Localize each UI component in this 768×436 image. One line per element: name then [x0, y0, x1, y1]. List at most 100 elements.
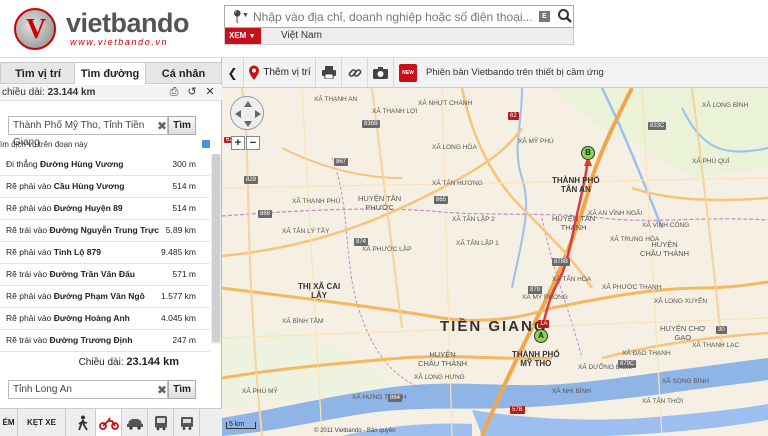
services-icon[interactable]	[202, 140, 210, 148]
route-step[interactable]: Rẽ trái vào Đường Trương Định 247 m	[0, 330, 210, 352]
road-shield: 868	[258, 210, 273, 218]
left-panel: Tìm vị trí Tìm đường Cá nhân chiều dài: …	[0, 58, 222, 436]
zoom-out-button[interactable]: −	[246, 136, 260, 150]
map-canvas[interactable]: HUYỆN TÂN PHƯỚC HUYỆN CHÂU THÀNH HUYỆN TÂN…	[222, 88, 768, 436]
car-icon	[126, 419, 143, 430]
commune-label: XÃ BÌNH TÂM	[282, 318, 324, 325]
clear-destination-icon[interactable]: ✖	[156, 384, 168, 396]
truck-mode[interactable]	[174, 409, 200, 436]
pan-arrows-icon	[235, 101, 261, 127]
step-distance: 9.485 km	[161, 247, 196, 257]
destination-field[interactable]: Tỉnh Long An	[8, 380, 168, 399]
vietbando-logo[interactable]: vietbando www.vietbando.vn	[14, 6, 204, 50]
step-instruction: Rẽ phải vào Cầu Hùng Vương	[6, 181, 125, 191]
route-step[interactable]: Rẽ phải vào Đường Huyện 89 514 m	[0, 198, 210, 220]
mobile-version-banner[interactable]: Phiên bản Vietbando trên thiết bị cầm ứn…	[426, 67, 604, 78]
region-row: XEM ▼ Việt Nam	[224, 28, 574, 45]
total-prefix: Chiều dài:	[78, 357, 124, 368]
step-instruction: Rẽ phải vào Đường Phạm Văn Ngô	[6, 291, 145, 301]
new-badge[interactable]: NEW	[394, 58, 422, 87]
step-distance: 1.577 km	[161, 291, 196, 301]
commune-label: XÃ ĐẠO THẠNH	[622, 350, 671, 357]
steps-scrollbar[interactable]	[211, 154, 221, 344]
commune-label: XÃ SONG BÌNH	[662, 378, 709, 385]
logo-emblem-icon	[14, 8, 56, 50]
zoom-in-button[interactable]: +	[231, 136, 245, 150]
origin-marker-a[interactable]: A	[534, 329, 548, 343]
road-shield: 1A	[538, 320, 550, 328]
clear-origin-icon[interactable]: ✖	[156, 120, 168, 132]
walk-icon	[77, 415, 88, 431]
swap-icon[interactable]: ↺	[186, 86, 198, 98]
commune-label: XÃ TÂN THỚI	[642, 398, 684, 405]
add-location-label: Thêm vị trí	[263, 67, 311, 78]
district-label: HUYỆN CHỢ GẠO	[660, 324, 706, 342]
commune-label: XÃ VĨNH CÔNG	[642, 222, 690, 229]
pan-control[interactable]	[230, 96, 264, 130]
route-step[interactable]: Rẽ trái vào Đường Nguyễn Trung Trực 5.89 …	[0, 220, 210, 242]
bus-icon	[154, 416, 167, 431]
road-shield: 833C	[648, 122, 667, 130]
route-step[interactable]: Đi thẳng Đường Hùng Vương 300 m	[0, 154, 210, 176]
commune-label: XÃ LONG HƯNG	[414, 374, 465, 381]
xem-button[interactable]: XEM ▼	[225, 28, 261, 44]
road-shield: 879	[528, 286, 543, 294]
commune-label: XÃ THẠNH LỢI	[372, 108, 418, 115]
step-road: Đường Hoàng Anh	[53, 313, 130, 323]
car-mode[interactable]	[122, 409, 148, 436]
services-row[interactable]: ìm dịch vụ trên đoạn này	[0, 140, 222, 152]
tab-tim-vi-tri[interactable]: Tìm vị trí	[0, 62, 76, 84]
summary-prefix: chiều dài:	[2, 87, 45, 98]
origin-search-button[interactable]: Tìm	[168, 116, 196, 135]
search-icon[interactable]	[557, 8, 573, 24]
route-step[interactable]: Rẽ trái vào Đường Trần Văn Đấu 571 m	[0, 264, 210, 286]
route-step[interactable]: Rẽ phải vào Cầu Hùng Vương 514 m	[0, 176, 210, 198]
step-distance: 571 m	[172, 269, 196, 279]
step-action: Rẽ phải vào	[6, 313, 52, 323]
road-shield: 865	[434, 196, 449, 204]
print-map-button[interactable]	[316, 58, 342, 87]
bus-mode[interactable]	[148, 409, 174, 436]
road-shield: 864	[388, 394, 403, 402]
tab-tim-duong[interactable]: Tìm đường	[74, 62, 146, 84]
search-input[interactable]	[253, 8, 533, 26]
chevron-down-icon[interactable]: ▼	[242, 12, 249, 19]
route-step[interactable]: Rẽ phải vào Tỉnh Lộ 879 9.485 km	[0, 242, 210, 264]
commune-label: XÃ LONG BÌNH	[702, 102, 749, 109]
road-shield: 874	[354, 238, 369, 246]
tab-ca-nhan[interactable]: Cá nhân	[145, 62, 222, 84]
scrollbar-thumb[interactable]	[212, 154, 220, 342]
city-label: THÀNH PHỐ MỸ THO	[512, 350, 560, 368]
share-link-button[interactable]	[342, 58, 368, 87]
red-pin-icon	[249, 65, 260, 80]
add-location-button[interactable]: Thêm vị trí	[244, 58, 316, 87]
commune-label: XÃ THANH LẠC	[692, 342, 740, 349]
walk-mode[interactable]	[70, 409, 96, 436]
motorbike-mode[interactable]	[96, 409, 122, 436]
route-summary: chiều dài: 23.144 km ⎙ ↺ ✕	[0, 85, 222, 101]
step-road: Đường Trần Văn Đấu	[49, 269, 135, 279]
step-distance: 247 m	[172, 335, 196, 345]
road-shield: 879C	[618, 360, 637, 368]
services-label[interactable]: ìm dịch vụ trên đoạn này	[0, 140, 88, 149]
route-step[interactable]: Rẽ phải vào Đường Hoàng Anh 4.045 km	[0, 308, 210, 330]
truck-icon	[180, 417, 193, 430]
destination-marker-b[interactable]: B	[581, 146, 595, 160]
close-icon[interactable]: ✕	[204, 86, 216, 98]
add-point-button[interactable]: ÉM	[0, 409, 18, 436]
commune-label: XÃ THẠNH AN	[314, 96, 358, 103]
route-step[interactable]: Rẽ phải vào Đường Phạm Văn Ngô 1.577 km	[0, 286, 210, 308]
origin-field[interactable]: Thành Phố Mỹ Tho, Tỉnh Tiền Giang	[8, 116, 168, 148]
road-shield: 836B	[362, 120, 381, 128]
screenshot-button[interactable]	[368, 58, 394, 87]
print-icon[interactable]: ⎙	[168, 86, 180, 98]
commune-label: XÃ NHỊ BÌNH	[552, 388, 592, 395]
collapse-panel-button[interactable]: ❮	[222, 58, 244, 87]
step-action: Rẽ phải vào	[6, 291, 52, 301]
step-instruction: Rẽ trái vào Đường Trương Định	[6, 335, 132, 345]
map-scale: 5 km	[226, 421, 256, 429]
road-shield: 62	[508, 112, 519, 120]
keyboard-icon[interactable]: E	[539, 11, 550, 22]
traffic-button[interactable]: KẸT XE	[18, 409, 66, 436]
destination-search-button[interactable]: Tìm	[168, 380, 196, 399]
